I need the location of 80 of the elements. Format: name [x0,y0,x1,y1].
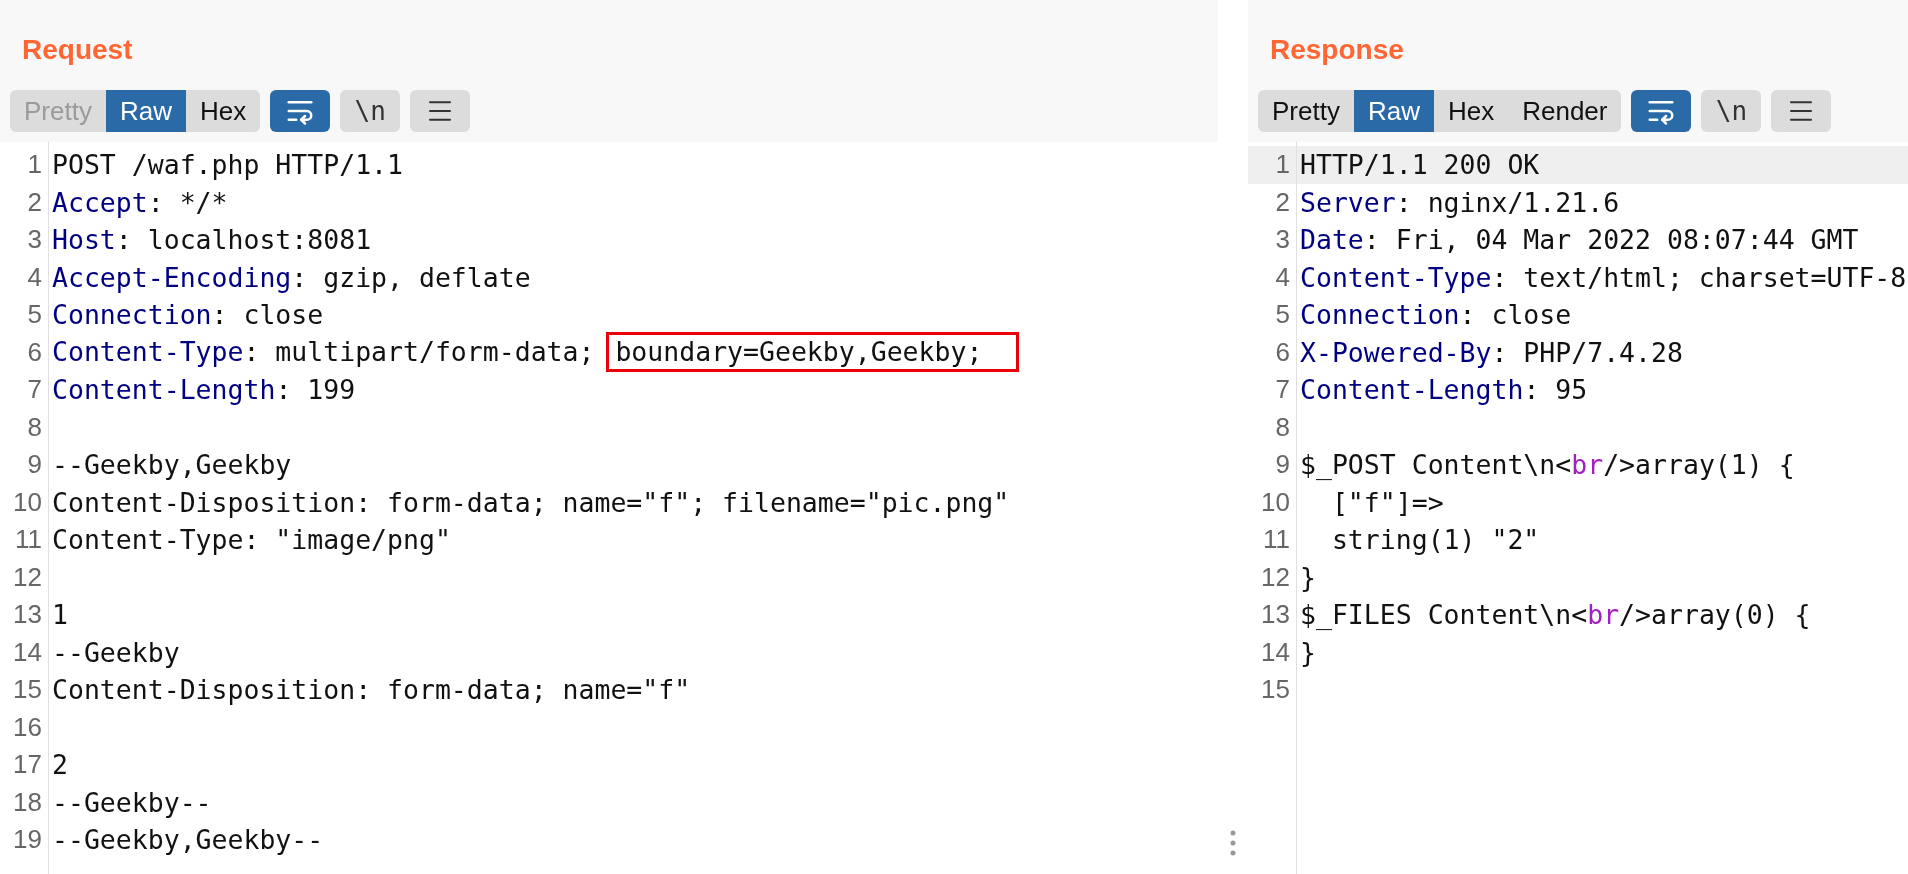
line-number: 3 [26,224,42,256]
line-number: 3 [1274,224,1290,256]
code-line: Content-Type: text/html; charset=UTF-8 [1300,261,1907,293]
line-number: 8 [1274,411,1290,443]
view-tab[interactable]: Hex [1433,90,1509,132]
line-number: 8 [26,411,42,443]
newline-button[interactable]: \n [340,90,401,132]
code-line: $_FILES Content\n<br/>array(0) { [1300,599,1811,631]
line-number: 5 [26,299,42,331]
line-number: 2 [1274,186,1290,218]
annotation-box: boundary=Geekby,Geekby; [606,332,1020,373]
newline-button[interactable]: \n [1701,90,1762,132]
code-line: Content-Disposition: form-data; name="f"; filename="pic.png" [52,486,1010,518]
drag-handle-icon[interactable] [1230,830,1236,856]
code-line: --Geekby-- [52,786,212,818]
line-number: 11 [1262,524,1290,556]
code-line: Content-Disposition: form-data; name="f" [52,674,691,706]
line-number: 11 [14,524,42,556]
wrap-button[interactable] [1631,90,1692,132]
line-number: 7 [1274,374,1290,406]
line-number: 10 [1260,486,1290,518]
line-number: 1 [1274,149,1290,181]
code-line: ["f"]=> [1330,486,1444,518]
code-line: HTTP/1.1 200 OK [1300,149,1540,181]
code-line: Accept: */* [52,186,228,218]
line-number: 4 [1274,261,1290,293]
line-number: 10 [12,486,42,518]
menu-button[interactable] [1771,90,1832,132]
line-number: 12 [12,561,42,593]
code-line: Connection: close [1300,299,1572,331]
line-number: 1 [26,149,42,181]
code-line: 1 [52,599,68,631]
code-line: --Geekby,Geekby [52,449,292,481]
code-line: --Geekby,Geekby-- [52,824,324,856]
line-number: 12 [1260,561,1290,593]
code-line: Content-Type: "image/png" [52,524,451,556]
code-text: Content-Type [52,336,244,368]
code-line: X-Powered-By: PHP/7.4.28 [1300,336,1683,368]
line-number: 16 [12,711,42,743]
code-line: Server: nginx/1.21.6 [1300,186,1620,218]
line-number: 19 [12,824,42,856]
view-tab[interactable]: Pretty [1258,90,1354,132]
code-line: $_POST Content\n<br/>array(1) { [1300,449,1795,481]
view-tab[interactable]: Raw [105,90,186,132]
code-line: Connection: close [52,299,324,331]
code-line: string(1) "2" [1330,524,1540,556]
code-line: } [1300,561,1316,593]
code-text: : multipart/form-data; [243,336,596,368]
view-tab[interactable]: Raw [1353,90,1434,132]
line-number: 15 [1260,674,1290,706]
wrap-button[interactable] [270,90,331,132]
code-line: } [1300,636,1316,668]
code-line: POST /waf.php HTTP/1.1 [52,149,403,181]
line-number: 13 [12,599,42,631]
line-number: 5 [1274,299,1290,331]
line-number: 6 [1274,336,1290,368]
view-tab[interactable]: Hex [185,90,261,132]
line-number: 13 [1260,599,1290,631]
line-number: 17 [12,749,42,781]
line-number: 14 [1260,636,1290,668]
line-number: 14 [12,636,42,668]
code-line: 2 [52,749,68,781]
code-line: Date: Fri, 04 Mar 2022 08:07:44 GMT [1300,224,1859,256]
line-number: 2 [26,186,42,218]
menu-button[interactable] [410,90,471,132]
line-number: 6 [26,336,42,368]
code-line: Content-Length: 95 [1300,374,1588,406]
line-number: 7 [26,374,42,406]
view-tab[interactable]: Render [1508,90,1622,132]
code-line: Content-Length: 199 [52,374,356,406]
line-number: 4 [26,261,42,293]
line-number: 18 [12,786,42,818]
line-number: 9 [26,449,42,481]
code-line: --Geekby [52,636,180,668]
line-number: 15 [12,674,42,706]
code-line: Host: localhost:8081 [52,224,372,256]
panel-title: Request [21,34,133,66]
panel-title: Response [1269,34,1404,66]
code-line: Accept-Encoding: gzip, deflate [52,261,531,293]
line-number: 9 [1274,449,1290,481]
